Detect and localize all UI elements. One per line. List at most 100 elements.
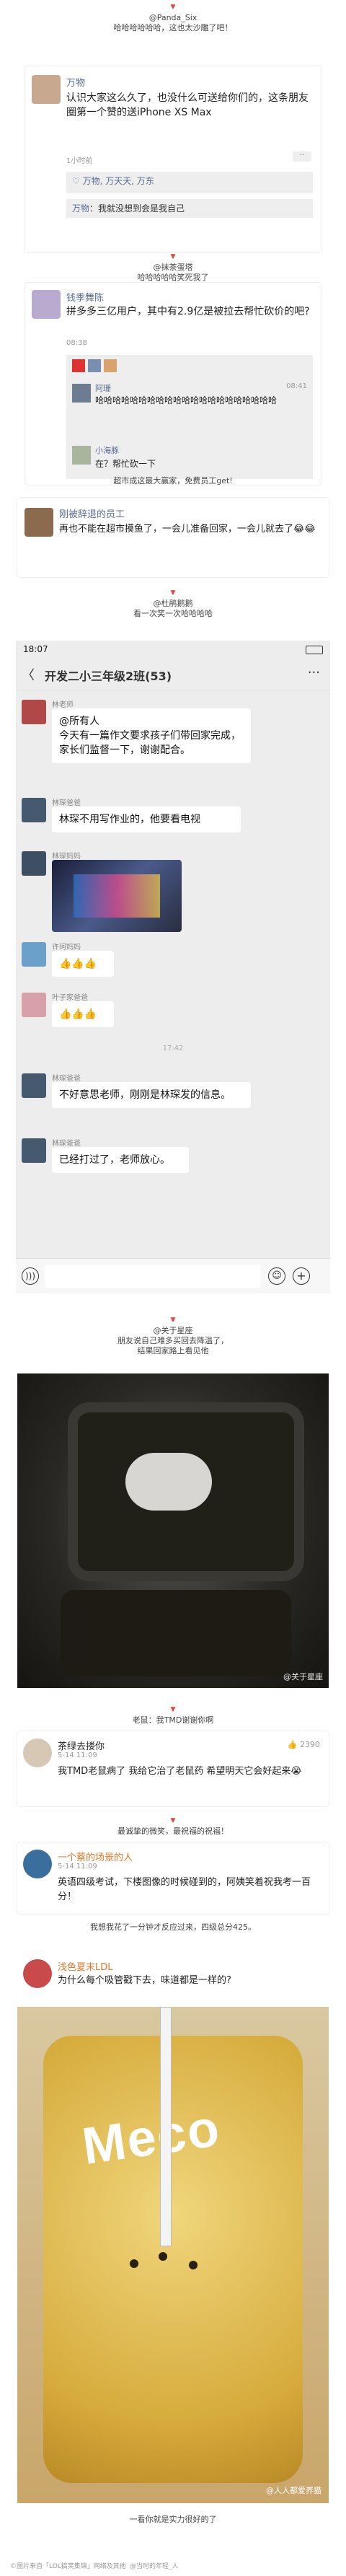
message-bubble[interactable]: @所有人 今天有一篇作文要求孩子们带回家完成，家长们监督一下，谢谢配合。: [52, 708, 251, 763]
battery-icon: [306, 646, 323, 654]
like-user[interactable]: 万天天: [105, 176, 131, 186]
post-time: 08:38: [66, 339, 87, 347]
author-name[interactable]: 一个蔡的场景的人: [58, 1850, 133, 1863]
sender-name: 林琛妈妈: [52, 853, 81, 861]
header-user[interactable]: @Panda_Six: [0, 13, 346, 23]
message-bubble[interactable]: 👍👍👍: [52, 1001, 114, 1027]
marker-icon: ▼: [170, 253, 176, 260]
comment-text: 在？帮忙砍一下: [95, 459, 156, 469]
chat-screenshot: 18:07 〈 开发二小三年级2班(53) ··· 林老师 @所有人 今天有一篇…: [16, 641, 330, 1293]
post-text: 英语四级考试，下楼图像的时候碰到的，阿姨笑着祝我考一百分！: [58, 1877, 311, 1902]
chat-title: 开发二小三年级2班(53): [45, 669, 172, 683]
status-time: 18:07: [23, 644, 48, 654]
emoji-icon[interactable]: ☺: [268, 1267, 285, 1285]
header-user[interactable]: @杜鹃鹅鹅: [0, 599, 346, 609]
message-bubble[interactable]: 林琛不用写作业的，他要看电视: [52, 806, 241, 832]
author-name[interactable]: 茶绿去搂你: [58, 1738, 105, 1752]
weibo-card: 浅色夏末LDL 为什么每个吸管戳下去，味道都是一样的?: [17, 1952, 329, 2007]
straw-hole: [159, 2252, 167, 2261]
footer-source: ©图片来自「LOL搞笑集锦」网络及其他: [10, 2563, 126, 2570]
header-text: 结果回家路上看见他: [137, 1346, 209, 1355]
voice-icon[interactable]: ))): [22, 1267, 39, 1285]
heart-icon: ♡: [72, 176, 83, 186]
avatar[interactable]: [22, 798, 46, 822]
image-message[interactable]: [52, 860, 182, 932]
avatar[interactable]: [72, 446, 91, 465]
like-user[interactable]: 万东: [137, 176, 154, 186]
message-bubble[interactable]: 👍👍👍: [52, 951, 114, 977]
comment-name[interactable]: 万物: [72, 203, 89, 214]
header-text: 哈哈哈哈哈哈，这也太沙雕了吧！: [113, 23, 233, 32]
straw-hole: [189, 2261, 198, 2269]
avatar[interactable]: [23, 1738, 52, 1767]
author-name[interactable]: 刚被辞退的员工: [59, 506, 125, 520]
plus-icon[interactable]: +: [293, 1267, 310, 1285]
post-text: 再也不能在超市摸鱼了，一会儿准备回家，一会儿就去了😂😂: [59, 524, 316, 535]
action-button[interactable]: ··: [293, 151, 311, 162]
like-count[interactable]: 👍 2390: [288, 1740, 320, 1749]
like-user[interactable]: 万物: [83, 176, 100, 186]
avatar[interactable]: [72, 384, 91, 403]
comment-name[interactable]: 阿珊: [95, 382, 111, 394]
message-bubble[interactable]: 已经打过了，老师放心。: [52, 1147, 189, 1173]
message-input[interactable]: [45, 1265, 261, 1288]
marker-icon: ▼: [170, 589, 176, 597]
sender-name: 林琛爸爸: [52, 1140, 81, 1148]
author-name[interactable]: 万物: [66, 75, 85, 89]
like-count-value: 2390: [300, 1740, 320, 1749]
section-header: ▼ 老鼠：我TMD谢谢你啊: [0, 1707, 346, 1726]
header-text: 朋友说自己难多买回去降温了，: [117, 1336, 229, 1345]
avatar[interactable]: [25, 508, 53, 537]
note: 我想我花了一分钟才反应过来，四级总分425。: [90, 1922, 256, 1932]
message-bubble[interactable]: 不好意思老师，刚刚是林琛发的信息。: [52, 1082, 251, 1108]
header-user[interactable]: @抹茶蛋塔: [0, 263, 346, 273]
section-header: ▼ @杜鹃鹅鹅 看一次笑一次哈哈哈哈: [0, 590, 346, 619]
moments-card: 钱季舞陈 拼多多三亿用户，其中有2.9亿是被拉去帮忙砍价的吧? 08:38 阿珊…: [25, 283, 321, 485]
comment-name[interactable]: 小海豚: [95, 444, 119, 456]
header-text: 哈哈哈哈哈笑死我了: [137, 273, 209, 282]
weibo-card: 一个蔡的场景的人 5-14 11:09 英语四级考试，下楼图像的时候碰到的，阿姨…: [17, 1842, 329, 1915]
time-divider: 17:42: [162, 1045, 184, 1052]
back-icon[interactable]: 〈: [22, 665, 35, 684]
moments-card: 刚被辞退的员工 再也不能在超市摸鱼了，一会儿准备回家，一会儿就去了😂😂: [17, 498, 329, 577]
author-name[interactable]: 浅色夏末LDL: [58, 1959, 113, 1973]
page: ▼ @Panda_Six 哈哈哈哈哈哈，这也太沙雕了吧！ 万物 认识大家这么久了…: [0, 0, 346, 2576]
avatar[interactable]: [88, 359, 101, 372]
post-text: 认识大家这么久了，也没什么可送给你们的，这条朋友圈第一个赞的送iPhone XS…: [66, 92, 309, 118]
sender-name: 许珂妈妈: [52, 944, 81, 951]
watermark: @关于星座: [283, 1672, 323, 1682]
sender-name: 叶子家爸爸: [52, 994, 88, 1002]
comment-text: 哈哈哈哈哈哈哈哈哈哈哈哈哈哈哈哈哈哈哈哈哈: [95, 395, 278, 405]
marker-icon: ▼: [170, 1316, 176, 1324]
sender-name: 林琛爸爸: [52, 799, 81, 807]
avatar[interactable]: [72, 359, 85, 372]
section-header: ▼ @抹茶蛋塔 哈哈哈哈哈笑死我了: [0, 254, 346, 283]
avatar[interactable]: [104, 359, 117, 372]
post-text: 拼多多三亿用户，其中有2.9亿是被拉去帮忙砍价的吧?: [66, 306, 310, 317]
post-text: 为什么每个吸管戳下去，味道都是一样的?: [58, 1975, 231, 1986]
moments-card: 万物 认识大家这么久了，也没什么可送给你们的，这条朋友圈第一个赞的送iPhone…: [25, 66, 321, 252]
comment[interactable]: 万物：我就没想到会是我自己: [66, 199, 313, 218]
post-time: 5-14 11:09: [58, 1751, 97, 1759]
person: [125, 1453, 212, 1511]
avatar[interactable]: [32, 290, 61, 319]
footer-credit: @当时的年轻_人: [130, 2563, 179, 2570]
avatar[interactable]: [23, 1850, 52, 1878]
avatar[interactable]: [22, 942, 46, 967]
status-bar: 18:07: [16, 641, 330, 658]
header-user[interactable]: @关于星座: [0, 1326, 346, 1336]
input-bar: ))) ☺ +: [16, 1258, 330, 1293]
author-name[interactable]: 钱季舞陈: [66, 290, 104, 304]
caption: 超市成这最大赢家，免费员工get!: [113, 476, 233, 485]
avatar[interactable]: [22, 700, 46, 724]
avatar[interactable]: [32, 75, 61, 104]
avatar[interactable]: [22, 993, 46, 1017]
chat-header: 〈 开发二小三年级2班(53) ···: [16, 658, 330, 690]
more-icon[interactable]: ···: [308, 665, 320, 680]
avatar[interactable]: [22, 1138, 46, 1163]
photo: @关于星座: [17, 1373, 329, 1688]
post-time: 1小时前: [66, 157, 93, 165]
avatar[interactable]: [22, 1073, 46, 1098]
avatar[interactable]: [23, 1959, 52, 1988]
avatar[interactable]: [22, 851, 46, 876]
